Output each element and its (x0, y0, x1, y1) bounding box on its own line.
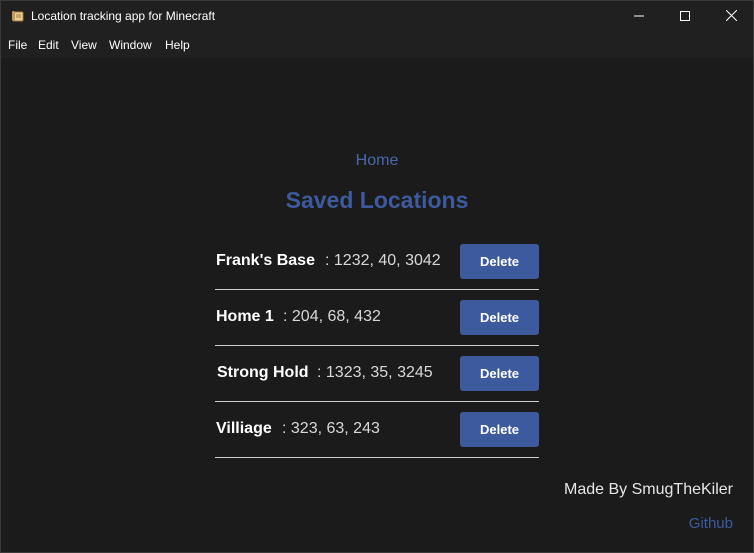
menu-bar: File Edit View Window Help (1, 32, 753, 58)
location-coords: : 1323, 35, 3245 (317, 364, 433, 381)
page-title: Saved Locations (285, 187, 469, 213)
location-name: Home 1 (216, 308, 274, 325)
location-row: Frank's Base : 1232, 40, 3042 Delete (215, 234, 539, 290)
maximize-button[interactable] (662, 1, 708, 32)
title-bar[interactable]: Location tracking app for Minecraft (1, 1, 753, 32)
location-name: Frank's Base (216, 252, 315, 269)
location-row: Strong Hold : 1323, 35, 3245 Delete (215, 346, 539, 402)
locations-list: Frank's Base : 1232, 40, 3042 Delete Hom… (215, 234, 539, 458)
credits-text: Made By SmugTheKiler (564, 481, 733, 498)
menu-help[interactable]: Help (165, 38, 190, 52)
close-button[interactable] (708, 1, 754, 32)
window-title: Location tracking app for Minecraft (31, 9, 216, 23)
location-row: Home 1 : 204, 68, 432 Delete (215, 290, 539, 346)
menu-window[interactable]: Window (109, 38, 152, 52)
delete-button[interactable]: Delete (460, 356, 539, 391)
location-row: Villiage : 323, 63, 243 Delete (215, 402, 539, 458)
minimize-icon (634, 8, 644, 26)
github-link[interactable]: Github (689, 515, 733, 533)
menu-edit[interactable]: Edit (38, 38, 59, 52)
delete-button[interactable]: Delete (460, 412, 539, 447)
menu-file[interactable]: File (8, 38, 27, 52)
location-coords: : 204, 68, 432 (283, 308, 381, 325)
maximize-icon (680, 8, 690, 26)
app-window: Location tracking app for Minecraft File… (0, 0, 754, 553)
menu-view[interactable]: View (71, 38, 97, 52)
delete-button[interactable]: Delete (460, 300, 539, 335)
delete-button[interactable]: Delete (460, 244, 539, 279)
location-coords: : 1232, 40, 3042 (325, 252, 441, 269)
scroll-icon (11, 9, 25, 23)
close-icon (725, 8, 737, 26)
main-content: Home Saved Locations Frank's Base : 1232… (1, 58, 753, 552)
location-coords: : 323, 63, 243 (282, 420, 380, 437)
minimize-button[interactable] (616, 1, 662, 32)
home-link[interactable]: Home (1, 152, 753, 170)
location-name: Strong Hold (217, 364, 309, 381)
location-name: Villiage (216, 420, 272, 437)
